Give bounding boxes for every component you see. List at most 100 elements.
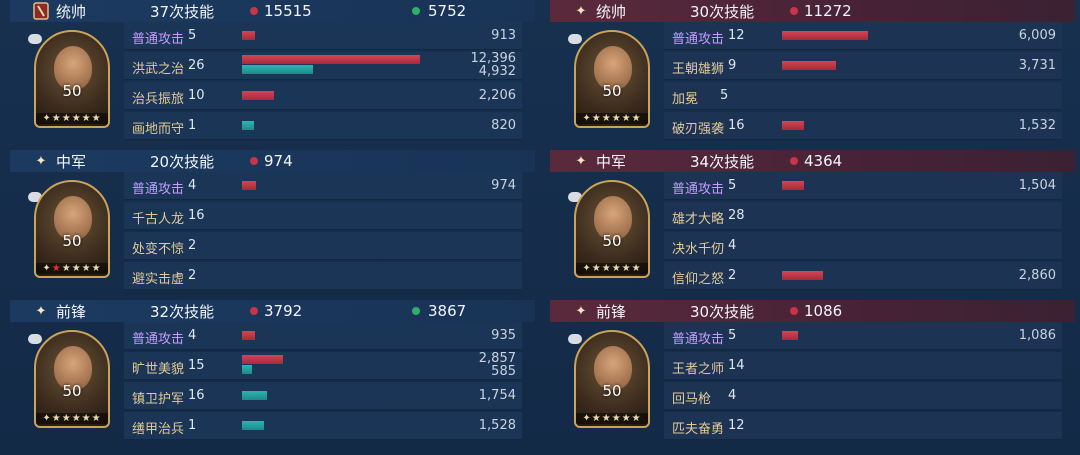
general-portrait[interactable]: 50 ✦★★★★★: [574, 330, 650, 428]
skill-row[interactable]: 画地而守 1 820: [124, 112, 522, 140]
star-rating: ✦★★★★★: [576, 413, 648, 424]
skill-row[interactable]: 破刃强袭 16 1,532: [664, 112, 1062, 140]
skill-row[interactable]: 避实击虚 2: [124, 262, 522, 290]
damage-bar: [242, 181, 256, 190]
damage-bar: [782, 331, 798, 340]
skill-row[interactable]: 普通攻击 5 913: [124, 22, 522, 50]
heal-dot: [412, 307, 420, 315]
skill-row[interactable]: 旷世美貌 15 2,857 585: [124, 351, 522, 380]
skill-level: 2: [188, 238, 197, 253]
skill-level: 4: [728, 238, 737, 253]
skill-value: 913: [491, 28, 516, 43]
heal-dot: [412, 7, 420, 15]
general-portrait[interactable]: 50 ✦★★★★★: [34, 330, 110, 428]
skill-level: 5: [720, 88, 729, 103]
sparkle-icon: ✦: [575, 303, 587, 319]
skill-level: 14: [728, 358, 745, 373]
star-prefix: ✦: [42, 263, 52, 274]
skill-level: 4: [188, 328, 197, 343]
skill-level: 16: [728, 118, 745, 133]
damage-total: 11272: [804, 2, 852, 20]
general-block: ✦ 统帅 30次技能 11272 50 ✦★★★★★ 普通攻击 12 6,009 王朝雄狮 9 3,7…: [550, 0, 1075, 148]
skill-count: 30次技能: [690, 2, 755, 21]
sparkle-icon: ✦: [575, 153, 587, 169]
general-portrait[interactable]: 50 ✦★★★★★: [574, 180, 650, 278]
damage-bar: [782, 121, 804, 130]
skill-row[interactable]: 普通攻击 12 6,009: [664, 22, 1062, 50]
general-portrait[interactable]: 50 ✦★★★★★: [574, 30, 650, 128]
skill-count: 37次技能: [150, 2, 215, 21]
general-portrait[interactable]: 50 ✦★★★★★: [34, 30, 110, 128]
damage-bar: [242, 55, 420, 64]
skill-row[interactable]: 缮甲治兵 1 1,528: [124, 412, 522, 440]
damage-dot: [790, 307, 798, 315]
damage-dot: [250, 7, 258, 15]
skill-row[interactable]: 王朝雄狮 9 3,731: [664, 52, 1062, 80]
general-header: ✦ 前锋 30次技能 1086: [550, 300, 1075, 322]
damage-bar: [242, 31, 255, 40]
skill-row[interactable]: 回马枪 4: [664, 382, 1062, 410]
skill-value: 820: [491, 118, 516, 133]
skill-row[interactable]: 雄才大略 28: [664, 202, 1062, 230]
skill-row[interactable]: 普通攻击 4 935: [124, 322, 522, 350]
skill-name: 雄才大略: [672, 212, 725, 227]
skill-row[interactable]: 匹夫奋勇 12: [664, 412, 1062, 440]
general-level: 50: [62, 232, 82, 250]
skill-name: 洪武之治: [132, 62, 185, 77]
damage-dot: [790, 157, 798, 165]
skill-row[interactable]: 加冕 5: [664, 82, 1062, 110]
general-portrait[interactable]: 50 ✦★★★★★: [34, 180, 110, 278]
skill-value: 2,860: [1018, 268, 1056, 283]
skill-value: 585: [491, 364, 516, 379]
damage-total: 15515: [264, 2, 312, 20]
skill-row[interactable]: 普通攻击 4 974: [124, 172, 522, 200]
skill-name: 普通攻击: [132, 332, 185, 347]
skill-row[interactable]: 决水千仞 4: [664, 232, 1062, 260]
role-label: 前锋: [596, 302, 627, 321]
skill-name: 千古人龙: [132, 212, 185, 227]
skill-value: 1,086: [1018, 328, 1056, 343]
skill-value: 3,731: [1018, 58, 1056, 73]
skill-name: 破刃强袭: [672, 122, 725, 137]
skill-name: 王者之师: [672, 362, 725, 377]
skill-value: 1,532: [1018, 118, 1056, 133]
skill-name: 王朝雄狮: [672, 62, 725, 77]
damage-dot: [790, 7, 798, 15]
general-level: 50: [602, 232, 622, 250]
skill-level: 4: [188, 178, 197, 193]
role-label: 统帅: [596, 2, 627, 21]
skill-level: 2: [728, 268, 737, 283]
skill-value: 2,206: [478, 88, 516, 103]
skill-level: 1: [188, 118, 197, 133]
skill-row[interactable]: 信仰之怒 2 2,860: [664, 262, 1062, 290]
damage-bar: [782, 61, 836, 70]
skill-row[interactable]: 处变不惊 2: [124, 232, 522, 260]
damage-bar: [782, 271, 823, 280]
skill-row[interactable]: 普通攻击 5 1,086: [664, 322, 1062, 350]
skill-row[interactable]: 王者之师 14: [664, 352, 1062, 380]
role-label: 中军: [596, 152, 627, 171]
skill-value: 1,504: [1018, 178, 1056, 193]
skill-level: 9: [728, 58, 737, 73]
skill-value: 1,528: [478, 418, 516, 433]
damage-bar: [242, 331, 255, 340]
skill-row[interactable]: 普通攻击 5 1,504: [664, 172, 1062, 200]
troop-icon: [28, 334, 42, 344]
role-label: 统帅: [56, 2, 87, 21]
skill-row[interactable]: 千古人龙 16: [124, 202, 522, 230]
skill-level: 10: [188, 88, 205, 103]
skill-row[interactable]: 镇卫护军 16 1,754: [124, 382, 522, 410]
damage-bar: [242, 91, 274, 100]
skill-name: 普通攻击: [672, 182, 725, 197]
skill-name: 信仰之怒: [672, 272, 725, 287]
general-block: ✦ 中军 34次技能 4364 50 ✦★★★★★ 普通攻击 5 1,504 雄才大略 28 决水千仞…: [550, 150, 1075, 298]
skill-row[interactable]: 治兵振旅 10 2,206: [124, 82, 522, 110]
general-level: 50: [602, 82, 622, 100]
skill-level: 28: [728, 208, 745, 223]
skill-level: 5: [728, 328, 737, 343]
skill-level: 2: [188, 268, 197, 283]
general-block: ✦ 前锋 30次技能 1086 50 ✦★★★★★ 普通攻击 5 1,086 王者之师 14 回马枪 4…: [550, 300, 1075, 448]
skill-row[interactable]: 洪武之治 26 12,396 4,932: [124, 51, 522, 80]
skill-name: 加冕: [672, 92, 699, 107]
star-rating: ✦★★★★★: [36, 263, 108, 274]
